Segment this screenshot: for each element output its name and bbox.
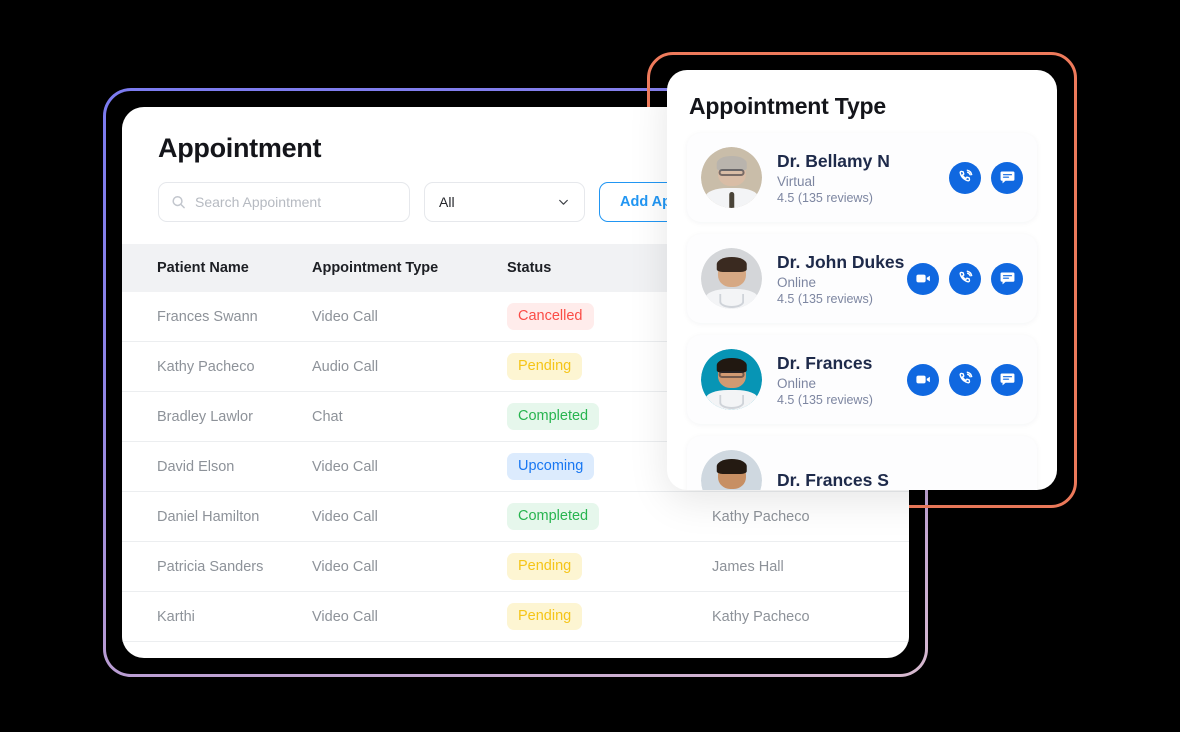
appointment-type-title: Appointment Type bbox=[689, 93, 886, 119]
doctor-rating: 4.5 (135 reviews) bbox=[777, 190, 873, 205]
doctor-meta: Dr. Frances Online 4.5 (135 reviews) bbox=[777, 353, 907, 407]
cell-status: Completed bbox=[507, 503, 712, 530]
appointment-type-panel: Appointment Type Dr. Bellamy N Virtual 4.5… bbox=[667, 70, 1057, 490]
avatar bbox=[701, 450, 762, 490]
table-row[interactable]: Karthi Video Call Pending Kathy Pacheco bbox=[122, 592, 909, 642]
doctor-rating: 4.5 (135 reviews) bbox=[777, 291, 873, 306]
doctor-name: Dr. Frances S bbox=[777, 470, 889, 490]
cell-doctor: Kathy Pacheco bbox=[712, 508, 810, 525]
audio-call-icon[interactable] bbox=[949, 262, 981, 295]
cell-status: Pending bbox=[507, 553, 712, 580]
doctor-rating: 4.5 (135 reviews) bbox=[777, 392, 873, 407]
doctor-actions bbox=[907, 262, 1023, 295]
search-box[interactable] bbox=[158, 182, 410, 222]
status-filter-select[interactable]: All bbox=[424, 182, 585, 222]
doctor-card[interactable]: Dr. Frances Online 4.5 (135 reviews) bbox=[687, 335, 1037, 424]
avatar bbox=[701, 147, 762, 208]
doctor-name: Dr. John Dukes bbox=[777, 251, 905, 272]
doctor-name: Dr. Frances bbox=[777, 352, 873, 373]
cell-patient-name: Kathy Pacheco bbox=[157, 358, 255, 375]
doctor-meta: Dr. Frances S bbox=[777, 470, 1023, 490]
table-row[interactable]: Daniel Hamilton Video Call Completed Kathy … bbox=[122, 492, 909, 542]
cell-status: Pending bbox=[507, 603, 712, 630]
chat-icon[interactable] bbox=[991, 262, 1023, 295]
video-call-icon[interactable] bbox=[907, 363, 939, 396]
search-icon bbox=[171, 195, 186, 210]
screenshot-root: Appointment All Add A bbox=[0, 0, 1180, 732]
avatar bbox=[701, 349, 762, 410]
status-badge: Completed bbox=[507, 403, 600, 430]
audio-call-icon[interactable] bbox=[949, 161, 981, 194]
doctor-actions bbox=[907, 363, 1023, 396]
doctor-status: Online bbox=[777, 375, 817, 391]
status-badge: Completed bbox=[507, 503, 600, 530]
doctor-status: Virtual bbox=[777, 173, 816, 189]
status-badge: Pending bbox=[507, 353, 583, 380]
cell-appointment-type: Audio Call bbox=[312, 358, 379, 375]
status-badge: Pending bbox=[507, 603, 583, 630]
doctor-name: Dr. Bellamy N bbox=[777, 150, 890, 171]
cell-patient-name: Daniel Hamilton bbox=[157, 508, 260, 525]
column-header-appointment-type: Appointment Type bbox=[312, 260, 439, 276]
doctor-list: Dr. Bellamy N Virtual 4.5 (135 reviews) Dr.… bbox=[667, 133, 1057, 490]
chat-icon[interactable] bbox=[991, 161, 1023, 194]
cell-appointment-type: Video Call bbox=[312, 608, 378, 625]
doctor-actions bbox=[949, 161, 1023, 194]
cell-appointment-type: Chat bbox=[312, 408, 343, 425]
doctor-card[interactable]: Dr. John Dukes Online 4.5 (135 reviews) bbox=[687, 234, 1037, 323]
chevron-down-icon bbox=[557, 196, 570, 209]
cell-patient-name: David Elson bbox=[157, 458, 235, 475]
cell-appointment-type: Video Call bbox=[312, 558, 378, 575]
status-badge: Upcoming bbox=[507, 453, 595, 480]
cell-appointment-type: Video Call bbox=[312, 308, 378, 325]
cell-appointment-type: Video Call bbox=[312, 458, 378, 475]
cell-patient-name: Bradley Lawlor bbox=[157, 408, 253, 425]
cell-patient-name: Frances Swann bbox=[157, 308, 258, 325]
video-call-icon[interactable] bbox=[907, 262, 939, 295]
doctor-meta: Dr. Bellamy N Virtual 4.5 (135 reviews) bbox=[777, 151, 949, 205]
table-row[interactable]: Patricia Sanders Video Call Pending James H… bbox=[122, 542, 909, 592]
status-badge: Cancelled bbox=[507, 303, 594, 330]
avatar bbox=[701, 248, 762, 309]
chat-icon[interactable] bbox=[991, 363, 1023, 396]
cell-appointment-type: Video Call bbox=[312, 508, 378, 525]
doctor-card-partial[interactable]: Dr. Frances S bbox=[687, 436, 1037, 490]
audio-call-icon[interactable] bbox=[949, 363, 981, 396]
cell-doctor: James Hall bbox=[712, 558, 784, 575]
cell-doctor: Kathy Pacheco bbox=[712, 608, 810, 625]
doctor-status: Online bbox=[777, 274, 817, 290]
column-header-patient-name: Patient Name bbox=[157, 260, 249, 276]
doctor-card[interactable]: Dr. Bellamy N Virtual 4.5 (135 reviews) bbox=[687, 133, 1037, 222]
doctor-meta: Dr. John Dukes Online 4.5 (135 reviews) bbox=[777, 252, 907, 306]
status-filter-value: All bbox=[439, 194, 455, 210]
status-badge: Pending bbox=[507, 553, 583, 580]
cell-patient-name: Karthi bbox=[157, 608, 195, 625]
search-input[interactable] bbox=[195, 194, 395, 210]
cell-patient-name: Patricia Sanders bbox=[157, 558, 264, 575]
